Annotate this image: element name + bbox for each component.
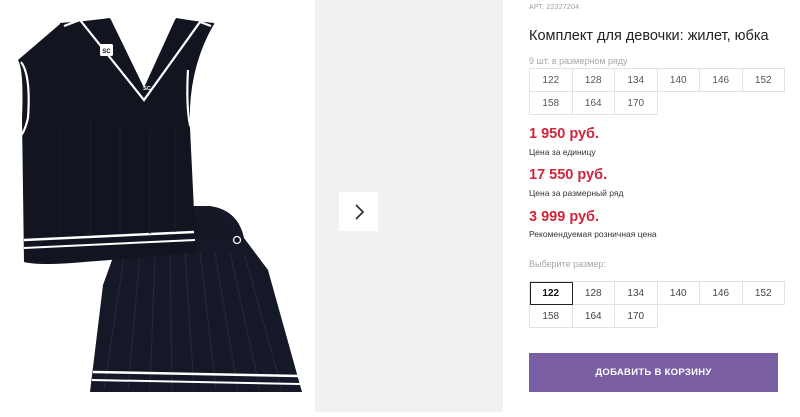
product-photo[interactable]: SC SC (0, 0, 315, 412)
unit-price-note: Цена за единицу (529, 147, 596, 157)
choose-size-label: Выберите размер: (529, 259, 606, 269)
size-range-cell: 146 (700, 69, 743, 92)
size-option[interactable]: 170 (615, 305, 658, 328)
size-selector: 122 128 134 140 146 152 158 164 170 (529, 281, 785, 328)
size-option[interactable]: 122 (530, 282, 573, 305)
product-title: Комплект для девочки: жилет, юбка (529, 28, 769, 44)
size-option[interactable]: 164 (572, 305, 615, 328)
unit-price: 1 950 руб. (529, 126, 600, 142)
chevron-right-icon (354, 203, 364, 220)
range-price-note: Цена за размерный ряд (529, 188, 624, 198)
size-range-cell: 122 (530, 69, 573, 92)
vest-logo: SC (102, 49, 111, 55)
product-gallery: SC SC (0, 0, 503, 412)
size-option[interactable]: 158 (530, 305, 573, 328)
size-range-cell: 128 (572, 69, 615, 92)
size-range-cell: 170 (615, 92, 658, 115)
size-range-count: 9 шт. в размерном ряду (529, 56, 628, 66)
size-option[interactable]: 140 (657, 282, 700, 305)
size-range-cell: 158 (530, 92, 573, 115)
size-range-cell: 140 (657, 69, 700, 92)
size-range-table: 122 128 134 140 146 152 158 164 170 (529, 68, 785, 115)
sku-label: АРТ. 22327204 (529, 4, 580, 11)
size-option[interactable]: 152 (742, 282, 785, 305)
size-option[interactable]: 146 (700, 282, 743, 305)
size-option[interactable]: 134 (615, 282, 658, 305)
range-price: 17 550 руб. (529, 167, 608, 183)
size-range-cell: 164 (572, 92, 615, 115)
size-range-cell: 134 (615, 69, 658, 92)
vest-and-skirt-image: SC SC (18, 18, 302, 392)
next-photo-button[interactable] (339, 192, 378, 231)
size-option[interactable]: 128 (572, 282, 615, 305)
retail-price: 3 999 руб. (529, 209, 600, 225)
add-to-cart-button[interactable]: ДОБАВИТЬ В КОРЗИНУ (529, 353, 778, 392)
vest-chest-logo: SC (143, 86, 151, 92)
retail-price-note: Рекомендуемая розничная цена (529, 229, 657, 239)
size-range-cell: 152 (742, 69, 785, 92)
